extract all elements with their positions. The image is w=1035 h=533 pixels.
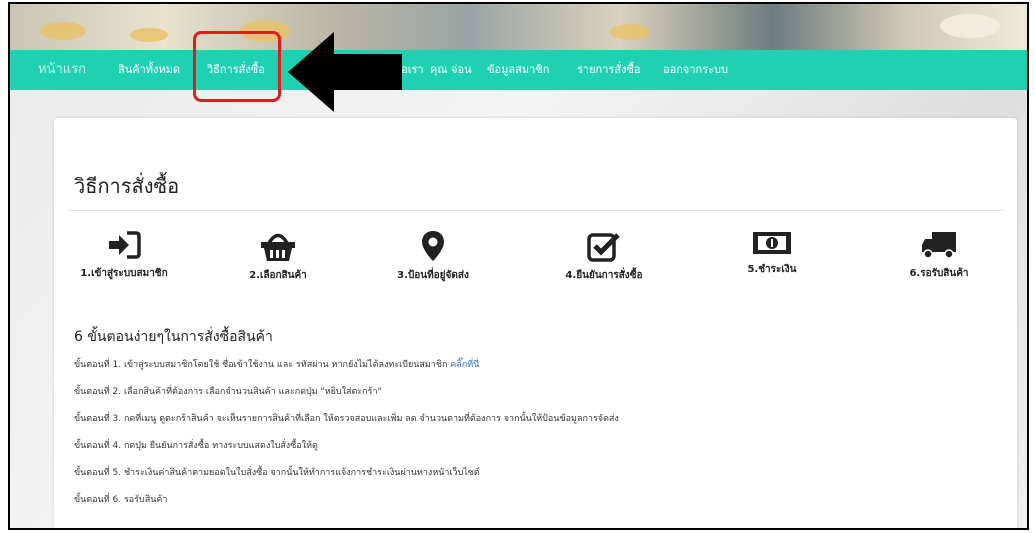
register-link[interactable]: คลิ๊กที่นี่ bbox=[450, 360, 479, 370]
step-label: 4.ยืนยันการสั่งซื้อ bbox=[565, 270, 643, 281]
step-label: 3.ป้อนที่อยู่จัดส่ง bbox=[397, 270, 469, 281]
basket-icon bbox=[261, 233, 295, 261]
step-label: 2.เลือกสินค้า bbox=[249, 270, 307, 281]
instruction-line-2: ขั้นตอนที่ 2. เลือกสินค้าที่ต้องการ เลือ… bbox=[74, 387, 382, 397]
steps-subtitle: 6 ขั้นตอนง่ายๆในการสั่งซื้อสินค้า bbox=[74, 329, 273, 345]
instruction-line-3: ขั้นตอนที่ 3. กดที่เมนู ดูตะกร้าสินค้า จ… bbox=[74, 414, 619, 424]
truck-icon bbox=[922, 232, 956, 259]
money-icon bbox=[753, 232, 791, 254]
page-title: วิธีการสั่งซื้อ bbox=[74, 174, 180, 198]
nav-user-name[interactable]: คุณ จ่อน bbox=[430, 50, 472, 90]
instruction-line-5: ขั้นตอนที่ 5. ชำระเงินค่าสินค้าตามยอดในใ… bbox=[74, 468, 480, 478]
step-6: 6.รอรับสินค้า bbox=[869, 230, 1009, 281]
step-label: 5.ชำระเงิน bbox=[747, 264, 797, 275]
step-3: 3.ป้อนที่อยู่จัดส่ง bbox=[363, 230, 503, 283]
instruction-line-1: ขั้นตอนที่ 1. เข้าสู่ระบบสมาชิกโดยใช้ ชื… bbox=[74, 357, 479, 371]
map-marker-icon bbox=[422, 231, 444, 261]
nav-home-brand[interactable]: หน้าแรก bbox=[38, 50, 86, 90]
step-label: 1.เข้าสู่ระบบสมาชิก bbox=[80, 268, 168, 279]
step-label: 6.รอรับสินค้า bbox=[909, 268, 969, 279]
instruction-line-6: ขั้นตอนที่ 6. รอรับสินค้า bbox=[74, 495, 168, 505]
nav-member-info[interactable]: ข้อมูลสมาชิก bbox=[487, 50, 549, 90]
step-4: 4.ยืนยันการสั่งซื้อ bbox=[534, 230, 674, 283]
nav-logout[interactable]: ออกจากระบบ bbox=[663, 50, 728, 90]
check-square-icon bbox=[587, 233, 620, 262]
main-navbar: หน้าแรก สินค้าทั้งหมด วิธีการสั่งซื้อ ต่… bbox=[10, 50, 1027, 90]
instruction-line-4: ขั้นตอนที่ 4. กดปุ่ม ยืนยันการสั่งซื้อ ท… bbox=[74, 441, 318, 451]
pointer-arrow-icon bbox=[288, 32, 402, 112]
highlight-box bbox=[193, 31, 281, 102]
content-panel: วิธีการสั่งซื้อ 1.เข้าสู่ระบบสมาชิก 2.เล… bbox=[54, 118, 1017, 528]
step-2: 2.เลือกสินค้า bbox=[208, 230, 348, 283]
step-1: 1.เข้าสู่ระบบสมาชิก bbox=[54, 230, 194, 281]
nav-order-list[interactable]: รายการสั่งซื้อ bbox=[577, 50, 640, 90]
step-5: 5.ชำระเงิน bbox=[702, 230, 842, 277]
instruction-text: ขั้นตอนที่ 1. เข้าสู่ระบบสมาชิกโดยใช้ ชื… bbox=[74, 360, 448, 370]
browser-frame: หน้าแรก สินค้าทั้งหมด วิธีการสั่งซื้อ ต่… bbox=[8, 2, 1029, 530]
nav-all-products[interactable]: สินค้าทั้งหมด bbox=[118, 50, 180, 90]
header-banner-image bbox=[10, 4, 1027, 50]
divider bbox=[68, 210, 1003, 211]
sign-in-icon bbox=[109, 231, 141, 259]
